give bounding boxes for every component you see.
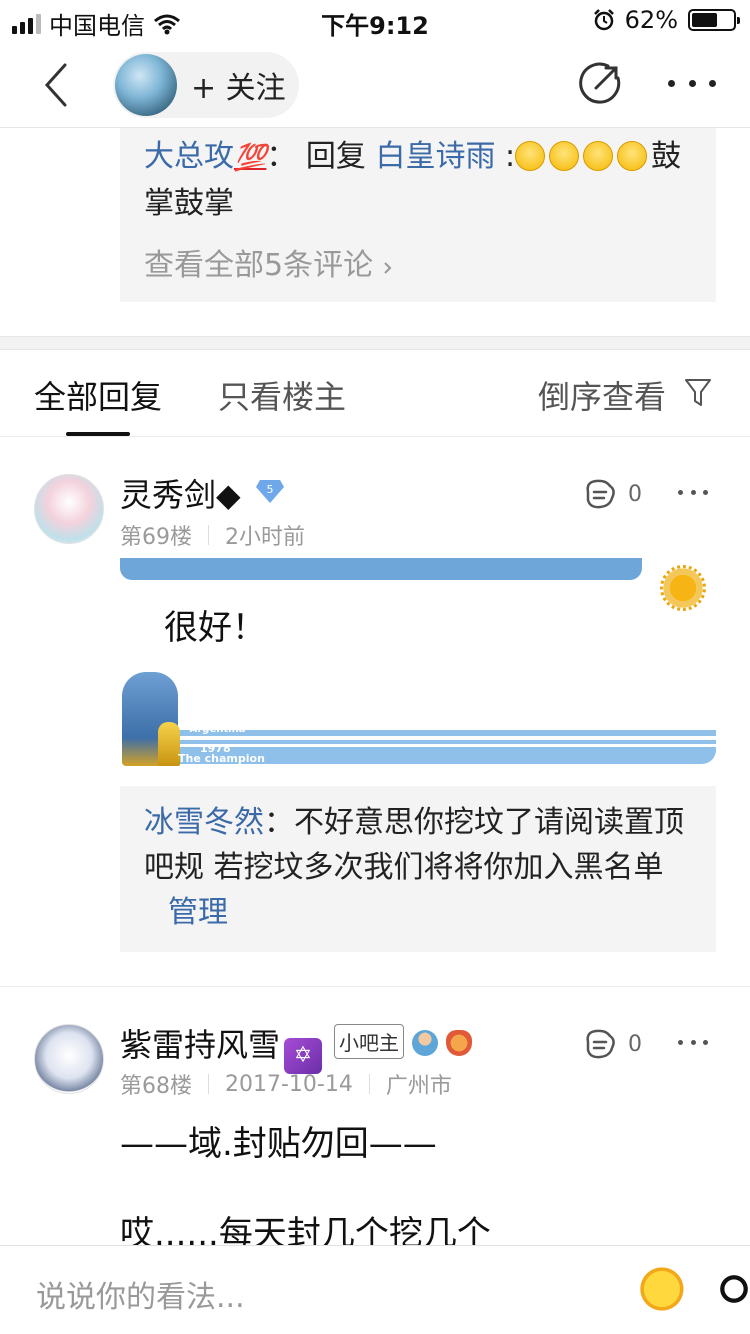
signature-banner: Argentina 1978 The champion [120, 672, 716, 768]
top-nav: + 关注 [0, 44, 750, 128]
divider [0, 436, 750, 437]
hundred-emoji: 💯 [234, 143, 267, 173]
sub-comment-author[interactable]: 大总攻 [144, 139, 234, 174]
battery-icon [688, 9, 740, 31]
like-button[interactable]: 0 [582, 478, 642, 510]
floor-number: 第69楼 [120, 525, 192, 550]
status-bar: 中国电信 下午9:12 62% [0, 0, 750, 40]
avatar[interactable] [34, 1024, 104, 1094]
banner-brand: Argentina [190, 724, 246, 735]
moderator-notice: 冰雪冬然：不好意思你挖坟了请阅读置顶吧规 若挖坟多次我们将将你加入黑名单管理 [144, 805, 684, 930]
level-number: 5 [266, 483, 273, 496]
notice-author[interactable]: 冰雪冬然 [144, 805, 264, 840]
like-count: 0 [628, 481, 642, 507]
back-button[interactable] [36, 60, 76, 110]
tab-op-only[interactable]: 只看楼主 [218, 372, 346, 418]
avatar [115, 54, 177, 116]
like-button[interactable]: 0 [582, 1028, 642, 1060]
post-location: 广州市 [385, 1074, 452, 1099]
post-meta: 第68楼 2017-10-14 广州市 [120, 1068, 452, 1100]
banner-title: The champion [178, 752, 265, 765]
grin-emoji-icon [583, 141, 614, 171]
tab-all-replies[interactable]: 全部回复 [34, 372, 162, 418]
post-author[interactable]: 灵秀剑◆ 5 [120, 470, 285, 516]
post-content-line: ——域.封贴勿回—— [120, 1124, 437, 1164]
view-all-comments-link[interactable]: 查看全部5条评论 [144, 240, 393, 284]
level-badge-icon: 5 [255, 480, 284, 503]
reply-to-user[interactable]: 白皇诗雨 [375, 139, 495, 174]
admin-label: 管理 [168, 895, 228, 930]
status-right: 62% [593, 6, 740, 34]
role-badge: 小吧主 [334, 1024, 405, 1059]
avatar[interactable] [34, 474, 104, 544]
sun-icon [660, 565, 706, 611]
filter-icon[interactable] [684, 378, 712, 408]
divider [0, 986, 750, 987]
post-more-button[interactable] [678, 490, 708, 498]
moderator-notice-box: 冰雪冬然：不好意思你挖坟了请阅读置顶吧规 若挖坟多次我们将将你加入黑名单管理 [120, 786, 716, 952]
sub-comment-text: 大总攻💯： 回复 白皇诗雨 : 鼓掌鼓掌 [144, 139, 682, 221]
panda-sticker-icon[interactable] [705, 1258, 750, 1320]
sort-reverse-button[interactable]: 倒序查看 [538, 372, 666, 418]
grin-emoji-icon [549, 141, 580, 171]
chevron-right-icon [383, 262, 392, 274]
chevron-left-icon [44, 63, 67, 107]
reply-word: 回复 [305, 139, 366, 174]
post-more-button[interactable] [678, 1040, 708, 1048]
alarm-icon [593, 9, 614, 31]
battery-percent: 62% [624, 6, 678, 34]
post-time: 2小时前 [225, 525, 305, 550]
emoji-sticker-icon[interactable] [630, 1258, 688, 1320]
like-count: 0 [628, 1031, 642, 1057]
follow-button[interactable]: + 关注 [113, 52, 299, 118]
share-icon [579, 62, 621, 104]
sub-comment-box: 大总攻💯： 回复 白皇诗雨 : 鼓掌鼓掌 查看全部5条评论 [120, 128, 716, 302]
follow-label: + 关注 [191, 71, 286, 106]
post-content: 很好！ [164, 608, 266, 648]
bubble-decoration [120, 558, 642, 580]
person-icon [412, 1030, 439, 1056]
reply-tabs: 全部回复 只看楼主 倒序查看 [0, 350, 750, 436]
comment-input-bar: 说说你的看法... [0, 1245, 750, 1334]
grin-emoji-icon [617, 141, 648, 171]
more-button[interactable] [668, 68, 716, 98]
trophy-icon [158, 722, 180, 766]
post-meta: 第69楼 2小时前 [120, 519, 305, 551]
floor-number: 第68楼 [120, 1074, 192, 1099]
grin-emoji-icon [515, 141, 546, 171]
post-date: 2017-10-14 [225, 1071, 353, 1097]
like-icon [586, 1029, 615, 1059]
like-icon [586, 479, 615, 509]
share-button[interactable] [578, 62, 622, 106]
cheer-icon [446, 1030, 473, 1056]
post-author[interactable]: 紫雷持风雪 ✡ 小吧主 [120, 1020, 473, 1074]
section-separator [0, 336, 750, 350]
comment-input[interactable]: 说说你的看法... [36, 1272, 245, 1316]
